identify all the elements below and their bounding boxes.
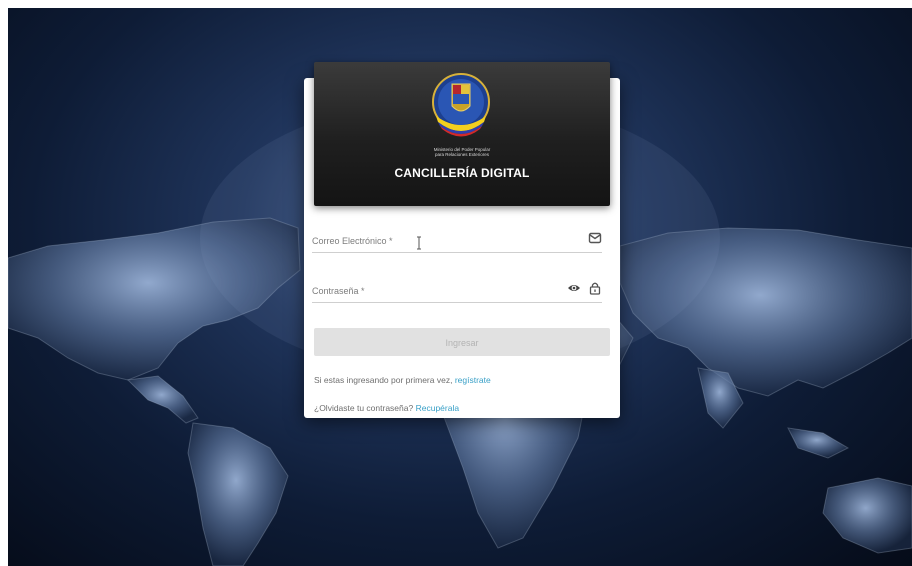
login-screen: Ministerio del Poder Popular para Relaci… [8, 8, 912, 566]
register-link[interactable]: regístrate [455, 375, 491, 385]
envelope-icon [588, 232, 602, 244]
recover-password-link[interactable]: Recupérala [416, 403, 459, 413]
recover-prefix-text: ¿Olvidaste tu contraseña? [314, 403, 414, 413]
eye-icon[interactable] [567, 281, 581, 295]
email-field[interactable]: Correo Electrónico * [312, 226, 602, 253]
recover-prompt: ¿Olvidaste tu contraseña? Recupérala [314, 403, 459, 413]
text-cursor-icon [417, 236, 421, 250]
card-header: Ministerio del Poder Popular para Relaci… [314, 62, 610, 206]
password-label: Contraseña * [312, 286, 365, 296]
login-button[interactable]: Ingresar [314, 328, 610, 356]
email-label: Correo Electrónico * [312, 236, 393, 246]
ministry-name: Ministerio del Poder Popular para Relaci… [433, 147, 491, 157]
login-card: Ministerio del Poder Popular para Relaci… [304, 62, 620, 418]
app-title: CANCILLERÍA DIGITAL [394, 166, 530, 180]
register-prefix-text: Si estas ingresando por primera vez, [314, 375, 453, 385]
lock-icon [589, 282, 601, 295]
password-field[interactable]: Contraseña * [312, 276, 602, 303]
coat-of-arms-logo [432, 73, 490, 137]
register-prompt: Si estas ingresando por primera vez, reg… [314, 375, 491, 385]
